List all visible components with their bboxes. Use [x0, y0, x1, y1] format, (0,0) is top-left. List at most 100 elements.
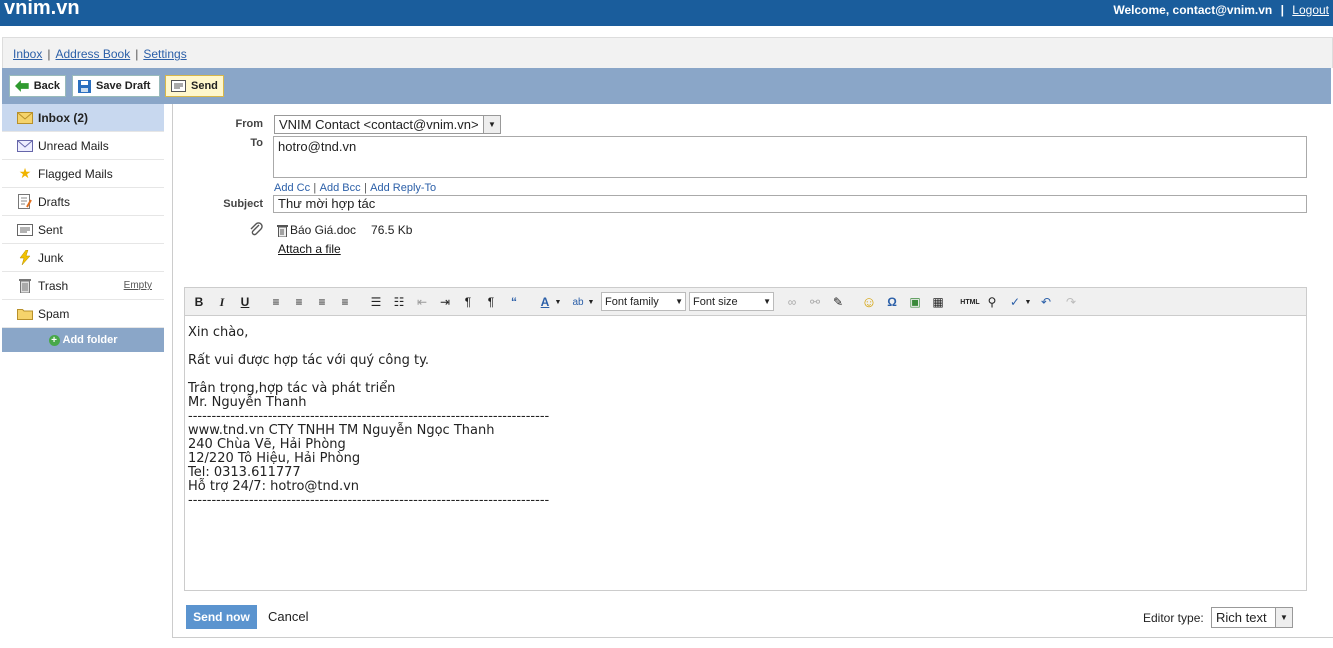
from-select[interactable]: VNIM Contact <contact@vnim.vn> ▼: [274, 115, 501, 134]
body-line: ----------------------------------------…: [188, 493, 550, 508]
rtl-icon[interactable]: ¶: [482, 293, 500, 311]
attach-file-link[interactable]: Attach a file: [278, 242, 341, 256]
font-size-select[interactable]: Font size ▼: [689, 292, 774, 311]
editor-body[interactable]: Xin chào, Rất vui được hợp tác với quý c…: [185, 316, 1306, 518]
sidebar-item-unread[interactable]: Unread Mails: [2, 132, 164, 160]
link-icon[interactable]: ∞: [783, 293, 801, 311]
font-family-select[interactable]: Font family ▼: [601, 292, 686, 311]
undo-icon[interactable]: ↶: [1037, 293, 1055, 311]
to-field[interactable]: hotro@tnd.vn: [273, 136, 1307, 178]
logout-link[interactable]: Logout: [1292, 3, 1329, 17]
chevron-down-icon: ▼: [763, 297, 771, 306]
send-now-button[interactable]: Send now: [186, 605, 257, 629]
subject-field[interactable]: Thư mời hợp tác: [273, 195, 1307, 213]
footer-divider: [172, 637, 1333, 638]
back-arrow-icon: [15, 80, 29, 92]
back-label: Back: [33, 80, 60, 92]
bullet-list-icon[interactable]: ☰: [367, 293, 385, 311]
font-size-value: Font size: [693, 295, 738, 308]
blockquote-icon[interactable]: “: [505, 293, 523, 311]
empty-trash-link[interactable]: Empty: [124, 280, 152, 291]
chevron-down-icon: ▼: [675, 297, 683, 306]
attachment-name: Báo Giá.doc: [290, 223, 357, 237]
compose-toolbar: Back Save Draft Send: [2, 68, 1331, 104]
nav-inbox-link[interactable]: Inbox: [13, 47, 42, 61]
sidebar-item-label: Trash: [38, 278, 69, 293]
envelope-icon: [16, 111, 34, 125]
highlight-icon[interactable]: ab: [569, 293, 587, 311]
sidebar-item-junk[interactable]: Junk: [2, 244, 164, 272]
attachment-item: Báo Giá.doc 76.5 Kb: [277, 223, 412, 237]
body-line: [188, 368, 1303, 382]
bold-icon[interactable]: B: [190, 293, 208, 311]
send-label: Send: [191, 80, 218, 92]
italic-icon[interactable]: I: [213, 293, 231, 311]
plus-icon: +: [48, 334, 60, 346]
nav-address-book-link[interactable]: Address Book: [55, 47, 130, 61]
align-right-icon[interactable]: ≡: [313, 293, 331, 311]
align-justify-icon[interactable]: ≡: [336, 293, 354, 311]
indent-icon[interactable]: ⇥: [436, 293, 454, 311]
send-button[interactable]: Send: [165, 75, 224, 97]
folder-icon: [16, 307, 34, 321]
top-bar: vnim.vn Welcome, contact@vnim.vn | Logou…: [0, 0, 1333, 26]
chevron-down-icon[interactable]: ▼: [1024, 293, 1032, 311]
add-folder-button[interactable]: + Add folder: [2, 328, 164, 352]
emoticon-icon[interactable]: ☺: [860, 293, 878, 311]
special-char-icon[interactable]: Ω: [883, 293, 901, 311]
sidebar-item-inbox[interactable]: Inbox (2): [2, 104, 164, 132]
body-line: Tel: 0313.611777: [188, 465, 301, 480]
underline-icon[interactable]: U: [236, 293, 254, 311]
send-mail-icon: [171, 80, 186, 92]
align-left-icon[interactable]: ≡: [267, 293, 285, 311]
sidebar-item-trash[interactable]: Trash Empty: [2, 272, 164, 300]
body-line: Mr. Nguyễn Thanh: [188, 395, 307, 410]
logo: vnim.vn: [4, 0, 80, 19]
back-button[interactable]: Back: [9, 75, 66, 97]
chevron-down-icon[interactable]: ▼: [554, 293, 562, 311]
sidebar-item-label: Flagged Mails: [38, 166, 113, 181]
body-line: Hỗ trợ 24/7: hotro@tnd.vn: [188, 479, 360, 494]
spellcheck-icon[interactable]: ✓: [1006, 293, 1024, 311]
chevron-down-icon: ▼: [1275, 608, 1292, 627]
add-cc-link[interactable]: Add Cc: [274, 182, 310, 194]
editor-type-select[interactable]: Rich text ▼: [1211, 607, 1293, 628]
star-icon: ★: [18, 165, 32, 181]
unread-count: (2): [73, 110, 89, 125]
sidebar-item-sent[interactable]: Sent: [2, 216, 164, 244]
text-color-icon[interactable]: A: [536, 293, 554, 311]
unlink-icon[interactable]: ⚯: [806, 293, 824, 311]
image-icon[interactable]: ▣: [906, 293, 924, 311]
sidebar-item-spam[interactable]: Spam: [2, 300, 164, 328]
sidebar-item-label: Sent: [38, 222, 63, 237]
attachment-size: 76.5 Kb: [371, 223, 413, 237]
cancel-link[interactable]: Cancel: [268, 609, 308, 624]
delete-attachment-icon[interactable]: [277, 224, 288, 237]
add-reply-to-link[interactable]: Add Reply-To: [370, 182, 436, 194]
add-bcc-link[interactable]: Add Bcc: [320, 182, 361, 194]
sent-icon: [16, 223, 34, 237]
chevron-down-icon[interactable]: ▼: [587, 293, 595, 311]
outdent-icon[interactable]: ⇤: [413, 293, 431, 311]
sidebar-item-label: Drafts: [38, 194, 71, 209]
body-line: Trân trọng,hợp tác và phát triển: [188, 381, 396, 396]
nav-settings-link[interactable]: Settings: [143, 47, 186, 61]
search-replace-icon[interactable]: ⚲: [983, 293, 1001, 311]
html-icon[interactable]: HTML: [959, 293, 981, 311]
numbered-list-icon[interactable]: ☷: [390, 293, 408, 311]
from-value: VNIM Contact <contact@vnim.vn>: [279, 117, 479, 132]
sidebar-item-flagged[interactable]: ★ Flagged Mails: [2, 160, 164, 188]
ltr-icon[interactable]: ¶: [459, 293, 477, 311]
sidebar-item-drafts[interactable]: Drafts: [2, 188, 164, 216]
media-icon[interactable]: ▦: [929, 293, 947, 311]
redo-icon[interactable]: ↷: [1062, 293, 1080, 311]
edit-source-icon[interactable]: ✎: [829, 293, 847, 311]
save-draft-label: Save Draft: [96, 80, 151, 92]
lightning-icon: [16, 250, 34, 265]
font-family-value: Font family: [605, 295, 659, 308]
to-value: hotro@tnd.vn: [278, 139, 357, 154]
body-line: ----------------------------------------…: [188, 409, 550, 424]
folder-sidebar: Inbox (2) Unread Mails ★ Flagged Mails D…: [2, 104, 164, 352]
align-center-icon[interactable]: ≡: [290, 293, 308, 311]
save-draft-button[interactable]: Save Draft: [72, 75, 160, 97]
